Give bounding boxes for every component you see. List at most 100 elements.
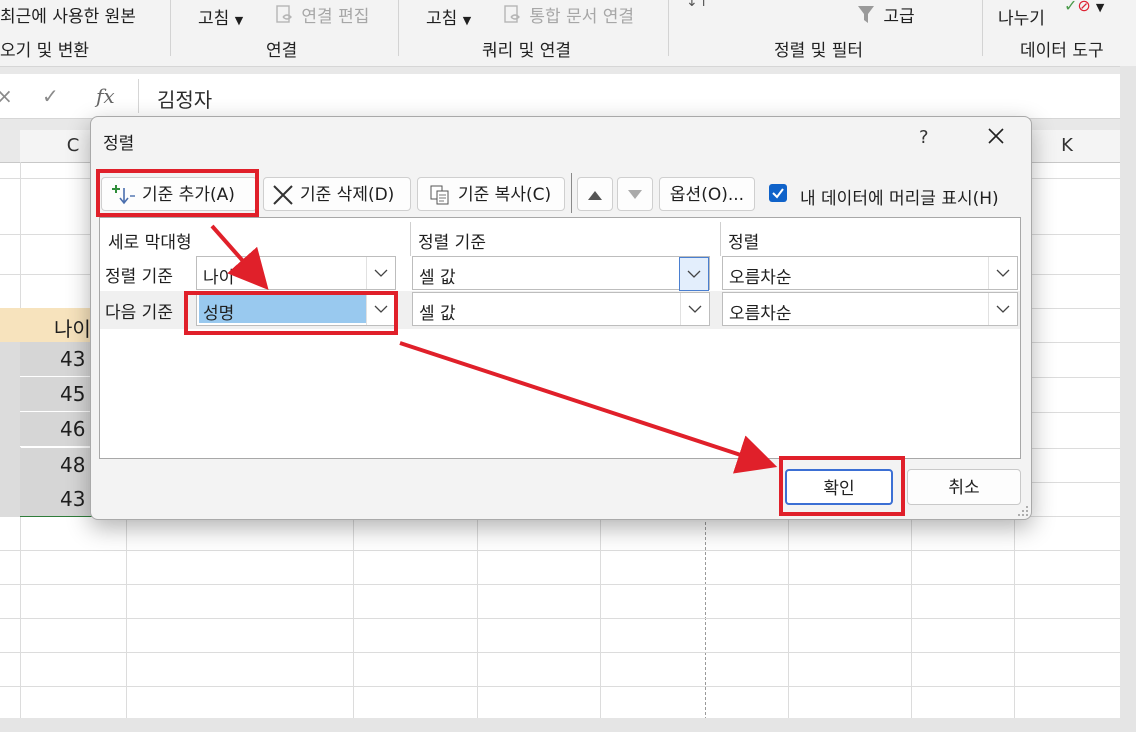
vertical-scrollbar[interactable] <box>1120 66 1136 732</box>
chevron-down-icon <box>996 269 1010 277</box>
age-value: 43 <box>60 487 86 511</box>
close-icon <box>988 128 1004 144</box>
dropdown-button[interactable] <box>366 257 395 289</box>
text-to-columns-button[interactable]: 나누기 <box>998 4 1045 29</box>
checkmark-icon <box>772 188 784 199</box>
age-header-text: 나이 <box>54 317 91 341</box>
sort-on-select-row1[interactable]: 셀 값 <box>412 256 710 291</box>
grid-line <box>0 584 1120 585</box>
data-validation-icon[interactable]: ✓⊘ ▼ <box>1064 0 1104 15</box>
chevron-down-icon <box>374 269 388 277</box>
grid-line <box>0 550 1120 551</box>
order-select-row1[interactable]: 오름차순 <box>722 256 1018 290</box>
toolbar-separator <box>571 173 572 213</box>
refresh-all-button-1[interactable]: 고침 ▼ <box>198 4 243 29</box>
column-select-row1[interactable]: 나이 <box>196 256 396 290</box>
ribbon: 최근에 사용한 원본 오기 및 변환 고침 ▼ 연결 편집 연결 고침 ▼ 통합… <box>0 0 1136 67</box>
cancel-entry-icon[interactable]: × <box>0 84 13 108</box>
grid-line <box>0 618 1120 619</box>
ribbon-separator <box>398 0 399 56</box>
copy-level-label: 기준 복사(C) <box>458 185 552 205</box>
move-down-button[interactable] <box>617 177 653 211</box>
header-checkbox[interactable] <box>769 184 787 202</box>
group-connections: 연결 <box>266 41 298 61</box>
group-data-tools: 데이터 도구 <box>1020 41 1104 61</box>
age-value: 48 <box>60 453 86 477</box>
link-icon <box>504 5 520 23</box>
header-checkbox-label[interactable]: 내 데이터에 머리글 표시(H) <box>800 184 999 209</box>
select-value: 셀 값 <box>419 304 456 324</box>
select-value: 오름차순 <box>729 304 792 324</box>
dialog-title: 정렬 <box>103 134 135 154</box>
select-value: 성명 <box>203 304 235 324</box>
integrated-doc-link-button[interactable]: 통합 문서 연결 <box>502 2 634 27</box>
advanced-filter-button[interactable]: 고급 <box>856 2 915 27</box>
delete-level-button[interactable]: 기준 삭제(D) <box>263 177 411 211</box>
chevron-down-icon <box>374 305 388 313</box>
column-header-order: 정렬 <box>728 233 760 253</box>
chevron-down-icon: ▼ <box>234 14 244 27</box>
sort-on-select-row2[interactable]: 셀 값 <box>412 292 710 326</box>
column-header-column: 세로 막대형 <box>108 233 192 253</box>
select-value: 나이 <box>203 268 235 288</box>
chevron-down-icon <box>688 305 702 313</box>
link-icon <box>276 5 292 23</box>
sort-dialog: 정렬 ? 기준 추가(A) 기준 삭제(D) 기준 복사(C) 옵션(O)...… <box>90 116 1032 520</box>
add-level-button[interactable]: 기준 추가(A) <box>101 177 257 211</box>
ok-button[interactable]: 확인 <box>785 469 893 505</box>
grid-line <box>0 686 1120 687</box>
age-value: 43 <box>60 347 86 371</box>
resize-grip-icon[interactable] <box>1017 505 1029 517</box>
dropdown-button[interactable] <box>988 257 1017 289</box>
chevron-down-icon: ▼ <box>462 14 472 27</box>
add-level-label: 기준 추가(A) <box>142 185 235 205</box>
close-button[interactable] <box>981 121 1011 151</box>
order-select-row2[interactable]: 오름차순 <box>722 292 1018 326</box>
delete-x-icon <box>273 185 293 205</box>
column-header-sort-on: 정렬 기준 <box>418 233 486 253</box>
dropdown-button[interactable] <box>679 257 709 291</box>
help-button[interactable]: ? <box>919 127 929 148</box>
insert-function-icon[interactable]: fx <box>96 84 115 108</box>
cancel-button[interactable]: 취소 <box>907 469 1021 505</box>
age-value: 45 <box>60 382 86 406</box>
select-value: 오름차순 <box>729 268 792 288</box>
edit-links-button[interactable]: 연결 편집 <box>274 2 369 27</box>
formula-input[interactable]: 김정자 <box>138 79 1136 113</box>
filter-icon <box>858 6 874 23</box>
move-up-button[interactable] <box>577 177 613 211</box>
recent-sources-button[interactable]: 최근에 사용한 원본 <box>0 2 136 27</box>
confirm-entry-icon[interactable]: ✓ <box>42 84 59 108</box>
chevron-down-icon <box>996 305 1010 313</box>
triangle-down-icon <box>628 190 642 199</box>
group-get-transform: 오기 및 변환 <box>0 41 90 61</box>
sort-levels-grid: 세로 막대형 정렬 기준 정렬 정렬 기준 나이 셀 값 오름차순 다음 기준 … <box>99 217 1021 459</box>
options-button[interactable]: 옵션(O)... <box>659 177 755 211</box>
add-level-icon <box>112 185 135 205</box>
grid-line <box>0 652 1120 653</box>
refresh-all-button-2[interactable]: 고침 ▼ <box>426 4 471 29</box>
column-select-row2[interactable]: 성명 <box>196 292 396 326</box>
table-header-cell-b[interactable] <box>0 308 20 342</box>
copy-icon <box>430 185 449 205</box>
sort-icon[interactable]: ↓↑ <box>686 0 709 10</box>
dropdown-button[interactable] <box>988 293 1017 325</box>
formula-bar: × ✓ fx 김정자 <box>0 74 1136 119</box>
options-label: 옵션(O)... <box>669 185 745 205</box>
dropdown-button[interactable] <box>366 293 395 325</box>
ribbon-separator <box>170 0 171 56</box>
horizontal-scrollbar[interactable] <box>0 718 1120 732</box>
column-header-b[interactable] <box>0 130 21 163</box>
row-label-sort-by: 정렬 기준 <box>105 267 173 287</box>
grid-separator <box>410 222 411 256</box>
group-sort-filter: 정렬 및 필터 <box>774 41 864 61</box>
copy-level-button[interactable]: 기준 복사(C) <box>417 177 565 211</box>
ribbon-separator <box>982 0 983 56</box>
triangle-up-icon <box>588 191 602 200</box>
dropdown-button[interactable] <box>680 293 709 325</box>
delete-level-label: 기준 삭제(D) <box>300 185 395 205</box>
table-column-b[interactable] <box>0 342 20 516</box>
formula-value: 김정자 <box>157 88 213 112</box>
age-value: 46 <box>60 417 86 441</box>
select-value: 셀 값 <box>419 268 456 288</box>
